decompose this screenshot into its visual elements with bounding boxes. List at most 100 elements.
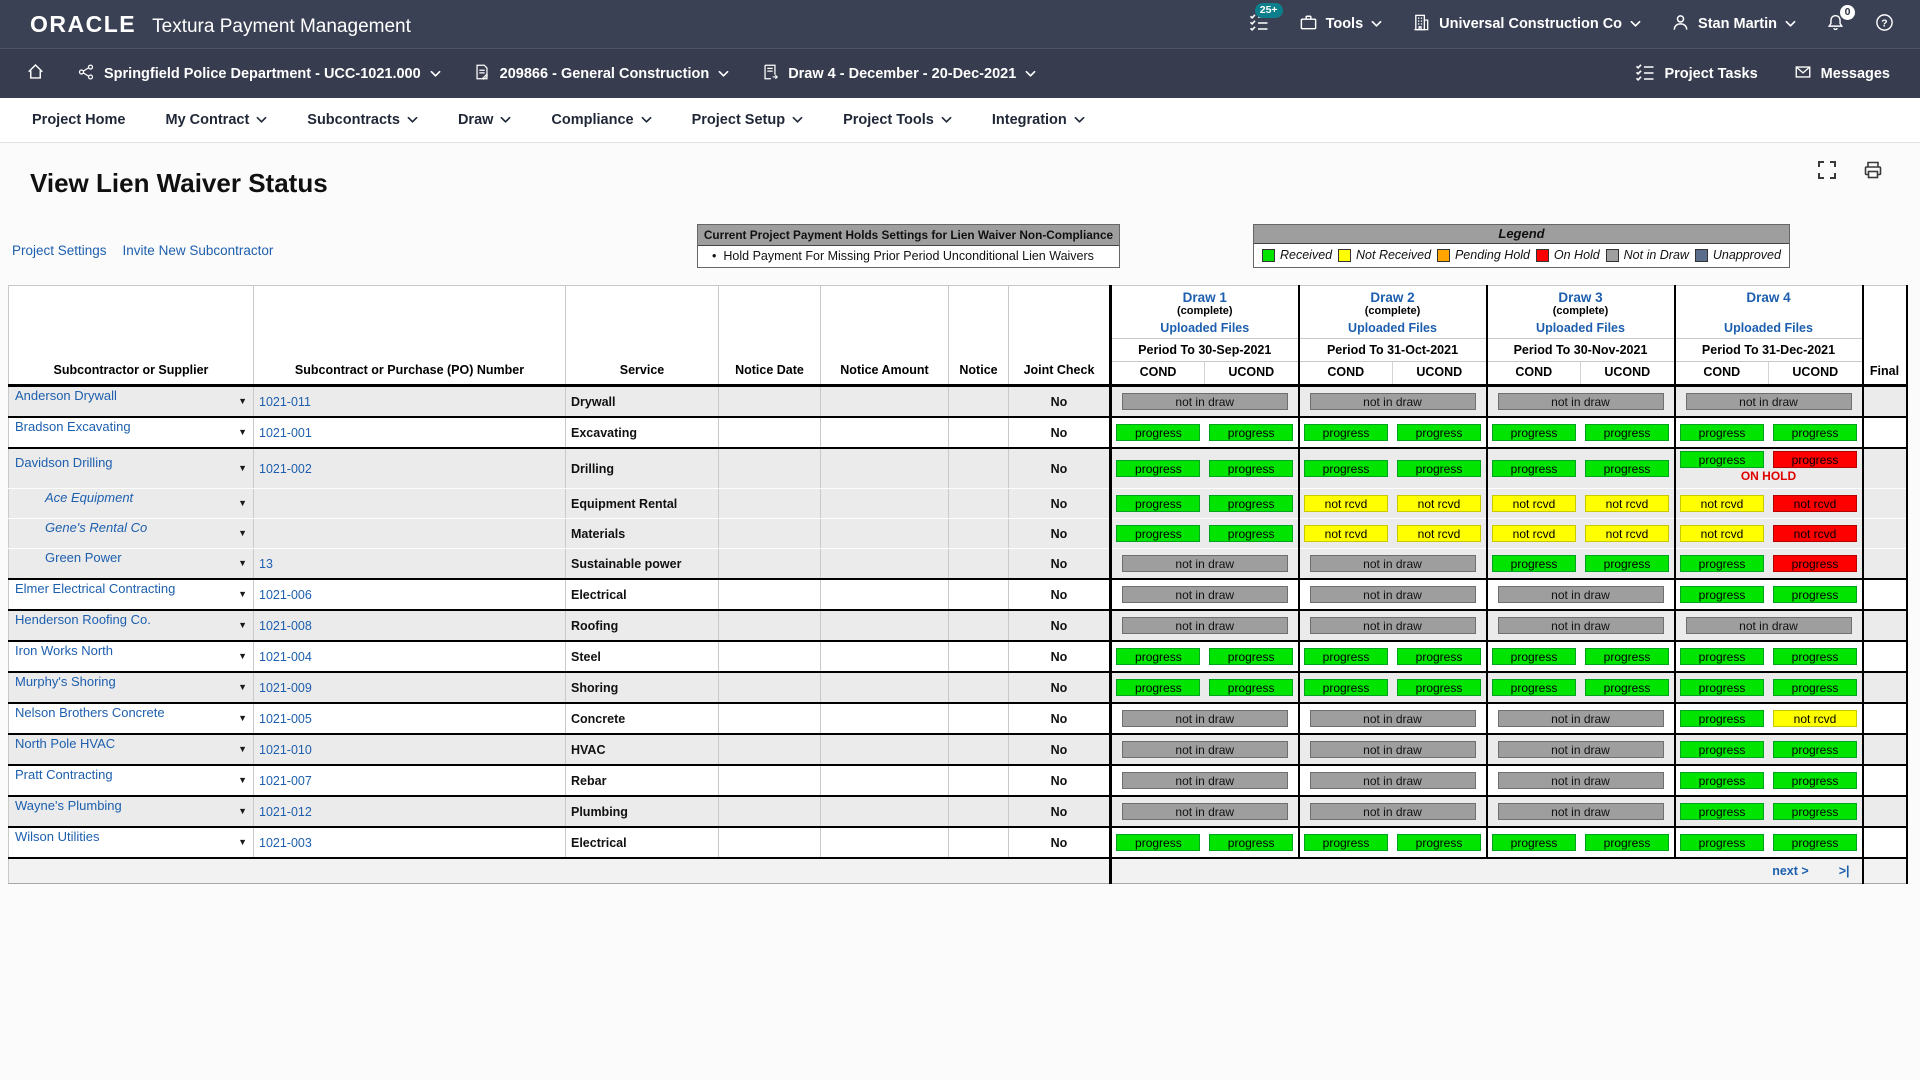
draw-selector[interactable]: Draw 4 - December - 20-Dec-2021 (761, 63, 1036, 85)
cond-status[interactable]: progress (1116, 679, 1200, 696)
draw-link[interactable]: Draw 3 (1488, 290, 1674, 305)
subcontractor-link[interactable]: Green Power (45, 550, 122, 565)
row-menu-toggle[interactable]: ▼ (238, 705, 247, 732)
ucond-status[interactable]: progress (1397, 424, 1481, 441)
po-number-link[interactable]: 1021-005 (259, 712, 312, 726)
cond-status[interactable]: progress (1116, 834, 1200, 851)
cond-status[interactable]: progress (1304, 648, 1388, 665)
cond-status[interactable]: not rcvd (1680, 525, 1764, 542)
home-button[interactable] (26, 62, 45, 85)
subcontractor-link[interactable]: Pratt Contracting (15, 767, 113, 782)
row-menu-toggle[interactable]: ▼ (238, 581, 247, 608)
ucond-status[interactable]: progress (1585, 834, 1669, 851)
nav-item-integration[interactable]: Integration (992, 112, 1085, 128)
draw-link[interactable]: Draw 4 (1676, 290, 1862, 305)
ucond-status[interactable]: progress (1773, 555, 1857, 572)
cond-status[interactable]: progress (1492, 648, 1576, 665)
row-menu-toggle[interactable]: ▼ (238, 674, 247, 701)
cond-status[interactable]: progress (1116, 460, 1200, 477)
po-number-link[interactable]: 1021-011 (259, 395, 311, 409)
subcontractor-link[interactable]: Henderson Roofing Co. (15, 612, 151, 627)
messages-link[interactable]: Messages (1794, 63, 1890, 85)
po-number-link[interactable]: 1021-010 (259, 743, 312, 757)
row-menu-toggle[interactable]: ▼ (238, 490, 247, 517)
nav-item-project-home[interactable]: Project Home (32, 112, 125, 128)
ucond-status[interactable]: progress (1773, 741, 1857, 758)
ucond-status[interactable]: progress (1773, 586, 1857, 603)
po-number-link[interactable]: 1021-003 (259, 836, 312, 850)
ucond-status[interactable]: progress (1585, 424, 1669, 441)
row-menu-toggle[interactable]: ▼ (238, 829, 247, 856)
po-number-link[interactable]: 1021-009 (259, 681, 312, 695)
uploaded-files-link[interactable]: Uploaded Files (1676, 319, 1862, 335)
row-menu-toggle[interactable]: ▼ (238, 419, 247, 446)
cond-status[interactable]: progress (1304, 834, 1388, 851)
cond-status[interactable]: not rcvd (1492, 525, 1576, 542)
cond-status[interactable]: progress (1680, 424, 1764, 441)
po-number-link[interactable]: 1021-007 (259, 774, 312, 788)
nav-item-project-tools[interactable]: Project Tools (843, 112, 952, 128)
cond-status[interactable]: progress (1680, 555, 1764, 572)
cond-status[interactable]: progress (1304, 460, 1388, 477)
nav-item-draw[interactable]: Draw (458, 112, 511, 128)
subcontractor-link[interactable]: Wayne's Plumbing (15, 798, 122, 813)
row-menu-toggle[interactable]: ▼ (238, 388, 247, 415)
row-menu-toggle[interactable]: ▼ (238, 455, 247, 482)
row-menu-toggle[interactable]: ▼ (238, 798, 247, 825)
ucond-status[interactable]: progress (1209, 834, 1293, 851)
company-menu[interactable]: Universal Construction Co (1412, 13, 1641, 36)
row-menu-toggle[interactable]: ▼ (238, 520, 247, 547)
cond-status[interactable]: progress (1680, 710, 1764, 727)
subcontractor-link[interactable]: North Pole HVAC (15, 736, 115, 751)
ucond-status[interactable]: progress (1209, 648, 1293, 665)
ucond-status[interactable]: not rcvd (1585, 495, 1669, 512)
subcontractor-link[interactable]: Wilson Utilities (15, 829, 100, 844)
ucond-status[interactable]: progress (1773, 679, 1857, 696)
cond-status[interactable]: progress (1304, 679, 1388, 696)
subcontractor-link[interactable]: Bradson Excavating (15, 419, 131, 434)
ucond-status[interactable]: progress (1585, 555, 1669, 572)
row-menu-toggle[interactable]: ▼ (238, 643, 247, 670)
ucond-status[interactable]: not rcvd (1773, 495, 1857, 512)
cond-status[interactable]: progress (1680, 834, 1764, 851)
row-menu-toggle[interactable]: ▼ (238, 612, 247, 639)
ucond-status[interactable]: progress (1773, 648, 1857, 665)
ucond-status[interactable]: progress (1209, 495, 1293, 512)
print-icon[interactable] (1862, 159, 1884, 186)
invite-new-subcontractor-link[interactable]: Invite New Subcontractor (123, 243, 274, 258)
ucond-status[interactable]: not rcvd (1773, 525, 1857, 542)
po-number-link[interactable]: 1021-012 (259, 805, 312, 819)
uploaded-files-link[interactable]: Uploaded Files (1488, 319, 1674, 335)
po-number-link[interactable]: 1021-006 (259, 588, 312, 602)
nav-item-my-contract[interactable]: My Contract (165, 112, 267, 128)
nav-item-subcontracts[interactable]: Subcontracts (307, 112, 418, 128)
cond-status[interactable]: progress (1680, 586, 1764, 603)
subcontractor-link[interactable]: Iron Works North (15, 643, 113, 658)
cond-status[interactable]: progress (1680, 648, 1764, 665)
ucond-status[interactable]: progress (1397, 834, 1481, 851)
subcontractor-link[interactable]: Nelson Brothers Concrete (15, 705, 165, 720)
ucond-status[interactable]: progress (1209, 679, 1293, 696)
cond-status[interactable]: progress (1492, 555, 1576, 572)
next-page-link[interactable]: next > (1772, 864, 1808, 878)
cond-status[interactable]: progress (1492, 424, 1576, 441)
cond-status[interactable]: progress (1492, 834, 1576, 851)
tools-menu[interactable]: Tools (1299, 13, 1383, 36)
cond-status[interactable]: not rcvd (1304, 525, 1388, 542)
cond-status[interactable]: progress (1680, 772, 1764, 789)
subcontractor-link[interactable]: Ace Equipment (45, 490, 133, 505)
cond-status[interactable]: progress (1116, 424, 1200, 441)
uploaded-files-link[interactable]: Uploaded Files (1112, 319, 1298, 335)
po-number-link[interactable]: 13 (259, 557, 273, 571)
po-number-link[interactable]: 1021-004 (259, 650, 312, 664)
ucond-status[interactable]: progress (1209, 460, 1293, 477)
subcontractor-link[interactable]: Davidson Drilling (15, 455, 113, 470)
ucond-status[interactable]: progress (1773, 451, 1857, 468)
row-menu-toggle[interactable]: ▼ (238, 767, 247, 794)
cond-status[interactable]: progress (1492, 460, 1576, 477)
ucond-status[interactable]: not rcvd (1397, 495, 1481, 512)
cond-status[interactable]: progress (1304, 424, 1388, 441)
cond-status[interactable]: not rcvd (1304, 495, 1388, 512)
subcontractor-link[interactable]: Anderson Drywall (15, 388, 117, 403)
row-menu-toggle[interactable]: ▼ (238, 550, 247, 577)
